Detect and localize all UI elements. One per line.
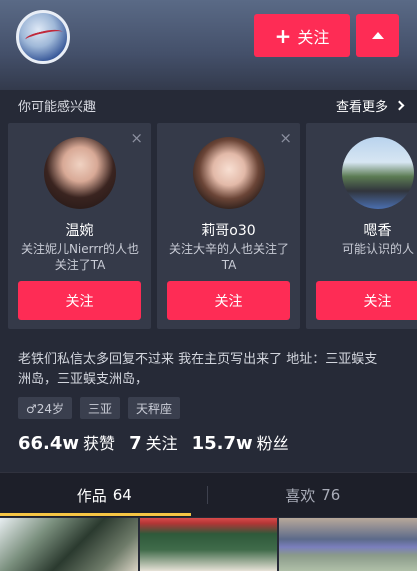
suggestion-card[interactable]: × 嗯香 可能认识的人 关注	[306, 123, 417, 329]
close-icon[interactable]: ×	[130, 129, 143, 147]
suggestions-title: 你可能感兴趣	[18, 99, 97, 115]
suggestion-card[interactable]: × 温婉 关注妮儿Nierrr的人也关注了TA 关注	[8, 123, 151, 329]
following-count: 7	[129, 433, 142, 454]
profile-stats: 66.4w 获赞 7 关注 15.7w 粉丝	[18, 430, 289, 454]
profile-tags: ♂24岁 三亚 天秤座	[18, 397, 181, 419]
stat-fans[interactable]: 15.7w 粉丝	[192, 430, 289, 454]
tab-likes-count: 76	[321, 486, 341, 504]
suggestion-name: 嗯香	[363, 223, 392, 239]
stat-likes[interactable]: 66.4w 获赞	[18, 430, 115, 454]
tag-gender-age: ♂24岁	[18, 397, 73, 419]
tab-works[interactable]: 作品 64	[0, 473, 209, 517]
suggestion-avatar[interactable]	[193, 137, 265, 209]
suggestion-follow-button[interactable]: 关注	[18, 281, 141, 320]
tab-works-label: 作品	[76, 486, 107, 505]
fans-label: 粉丝	[256, 434, 289, 453]
suggestion-reason: 可能认识的人	[341, 242, 414, 256]
likes-count: 66.4w	[18, 433, 80, 454]
plus-icon: +	[274, 23, 292, 48]
follow-button[interactable]: + 关注	[254, 14, 350, 57]
suggestion-name: 莉哥o30	[201, 223, 256, 239]
stat-following[interactable]: 7 关注	[129, 430, 178, 454]
suggestions-header: 你可能感兴趣 查看更多	[0, 90, 417, 120]
content-tabs: 作品 64 喜欢 76	[0, 472, 417, 517]
suggestion-follow-button[interactable]: 关注	[167, 281, 290, 320]
video-thumbnail[interactable]	[139, 518, 278, 571]
following-label: 关注	[145, 434, 178, 453]
suggestion-avatar[interactable]	[342, 137, 414, 209]
tab-likes-label: 喜欢	[285, 486, 316, 505]
fans-count: 15.7w	[191, 433, 253, 454]
tab-divider	[207, 486, 208, 504]
collapse-suggestions-button[interactable]	[356, 14, 399, 57]
video-thumbnail[interactable]	[279, 518, 417, 571]
chevron-right-icon	[394, 100, 405, 110]
profile-bio: 老铁们私信太多回复不过来 我在主页写出来了 地址：三亚蜈支洲岛，三亚蜈支洲岛，	[18, 352, 378, 387]
avatar-decoration	[24, 26, 64, 46]
suggestion-card[interactable]: × 莉哥o30 关注大辛的人也关注了TA 关注	[157, 123, 300, 329]
see-more-label: 查看更多	[335, 99, 388, 115]
suggestion-reason: 关注大辛的人也关注了TA	[168, 242, 289, 272]
tag-zodiac: 天秤座	[128, 397, 181, 419]
likes-label: 获赞	[83, 434, 116, 453]
suggestion-reason: 关注妮儿Nierrr的人也关注了TA	[20, 242, 140, 272]
suggestion-cards: × 温婉 关注妮儿Nierrr的人也关注了TA 关注 × 莉哥o30 关注大辛的…	[0, 123, 417, 331]
follow-button-label: 关注	[297, 27, 330, 47]
video-grid	[0, 518, 417, 571]
suggestion-name: 温婉	[65, 223, 94, 239]
profile-avatar[interactable]	[16, 10, 70, 64]
suggestion-follow-button[interactable]: 关注	[316, 281, 417, 320]
tab-likes[interactable]: 喜欢 76	[209, 473, 417, 517]
close-icon[interactable]: ×	[279, 129, 292, 147]
tag-location: 三亚	[80, 397, 121, 419]
tab-works-count: 64	[112, 486, 132, 504]
suggestion-avatar[interactable]	[44, 137, 116, 209]
caret-up-icon	[371, 32, 384, 39]
see-more-link[interactable]: 查看更多	[335, 96, 405, 115]
video-thumbnail[interactable]	[0, 518, 138, 571]
